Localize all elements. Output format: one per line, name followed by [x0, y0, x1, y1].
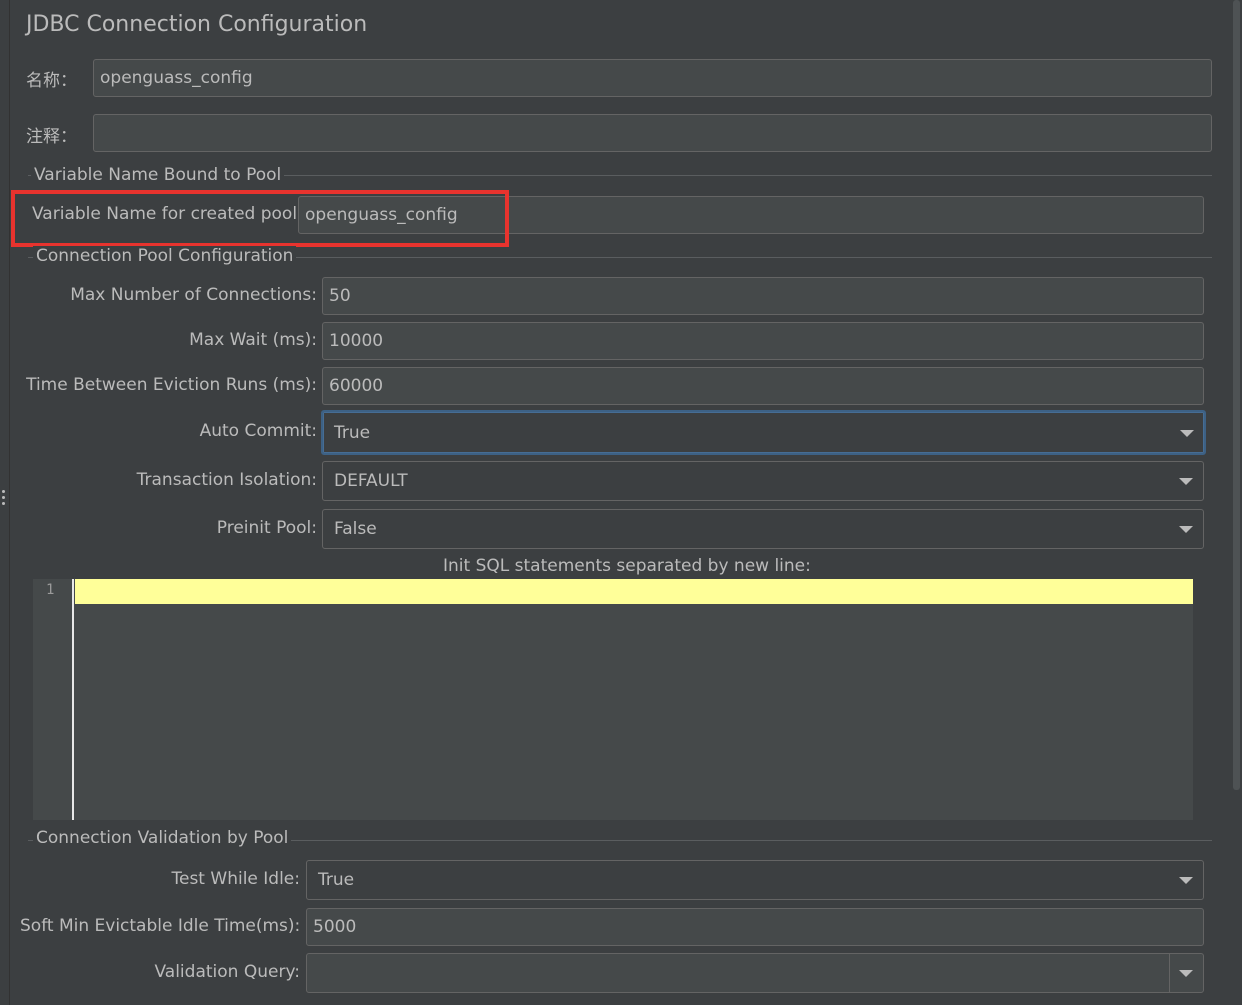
highlight-annotation-box: [11, 190, 509, 247]
test-while-idle-select[interactable]: True: [306, 860, 1204, 900]
line-number: 1: [46, 582, 55, 598]
preinit-pool-value: False: [334, 519, 377, 539]
auto-commit-select[interactable]: True: [321, 410, 1206, 455]
chevron-down-icon[interactable]: [1179, 478, 1193, 485]
test-while-idle-value: True: [318, 870, 355, 890]
current-line-highlight[interactable]: [75, 579, 1193, 604]
validation-query-combo[interactable]: [306, 953, 1204, 993]
pool-group-title: Connection Pool Configuration: [33, 246, 297, 266]
validation-query-label: Validation Query:: [154, 962, 300, 982]
max-connections-input[interactable]: 50: [322, 277, 1204, 315]
validation-group-title: Connection Validation by Pool: [33, 828, 292, 848]
eviction-runs-label: Time Between Eviction Runs (ms):: [26, 375, 317, 395]
init-sql-editor[interactable]: 1: [33, 579, 1193, 820]
name-input[interactable]: openguass_config: [93, 59, 1212, 97]
page-title: JDBC Connection Configuration: [26, 12, 368, 37]
soft-min-idle-label: Soft Min Evictable Idle Time(ms):: [20, 916, 301, 936]
chevron-down-icon[interactable]: [1179, 970, 1193, 977]
variable-group-title: Variable Name Bound to Pool: [31, 165, 285, 185]
max-wait-label: Max Wait (ms):: [189, 330, 317, 350]
transaction-isolation-value: DEFAULT: [334, 471, 408, 491]
transaction-isolation-select[interactable]: DEFAULT: [322, 461, 1204, 501]
comment-label: 注释：: [26, 127, 77, 147]
max-connections-label: Max Number of Connections:: [70, 285, 317, 305]
auto-commit-value: True: [334, 422, 371, 443]
test-while-idle-label: Test While Idle:: [171, 869, 301, 889]
auto-commit-label: Auto Commit:: [199, 421, 317, 441]
left-splitter[interactable]: [0, 0, 10, 1005]
comment-input[interactable]: [93, 114, 1212, 152]
splitter-grip-icon[interactable]: [1, 490, 6, 510]
name-label: 名称：: [26, 71, 77, 91]
soft-min-idle-input[interactable]: 5000: [306, 908, 1204, 946]
jdbc-config-panel: JDBC Connection Configuration 名称： opengu…: [0, 0, 1242, 1005]
preinit-pool-select[interactable]: False: [322, 509, 1204, 549]
scrollbar-thumb[interactable]: [1233, 0, 1240, 790]
max-wait-input[interactable]: 10000: [322, 322, 1204, 360]
line-number-gutter: 1: [33, 579, 74, 820]
preinit-pool-label: Preinit Pool:: [216, 518, 317, 538]
chevron-down-icon[interactable]: [1179, 877, 1193, 884]
init-sql-label: Init SQL statements separated by new lin…: [443, 556, 811, 576]
vertical-scrollbar[interactable]: [1231, 0, 1242, 1005]
eviction-runs-input[interactable]: 60000: [322, 367, 1204, 405]
transaction-isolation-label: Transaction Isolation:: [136, 470, 317, 490]
chevron-down-icon[interactable]: [1179, 526, 1193, 533]
chevron-down-icon[interactable]: [1180, 429, 1194, 437]
